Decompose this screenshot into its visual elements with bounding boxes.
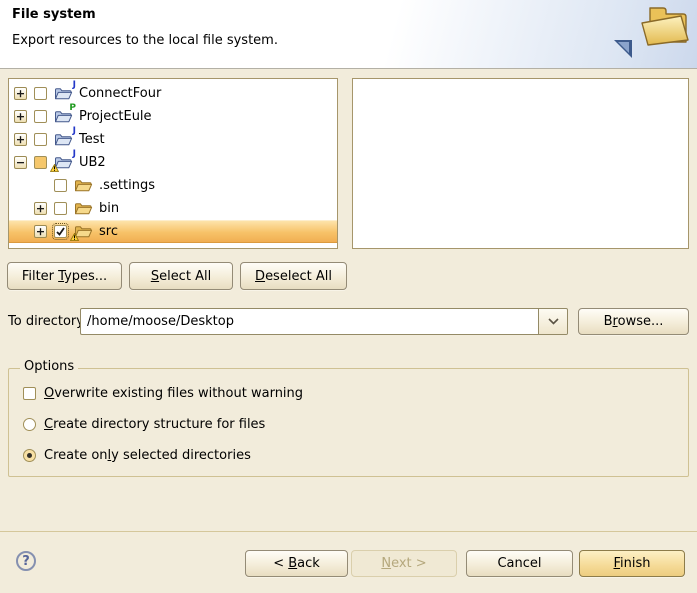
project-folder-icon: J (54, 86, 73, 101)
combo-dropdown-button[interactable] (538, 309, 567, 334)
checkbox-unchecked[interactable] (34, 87, 47, 100)
destination-value[interactable]: /home/moose/Desktop (81, 309, 538, 334)
finish-button[interactable]: Finish (579, 550, 685, 577)
expand-icon[interactable] (14, 110, 27, 123)
button-label: Deselect All (255, 269, 332, 284)
filter-types-button[interactable]: Filter Types... (7, 262, 122, 290)
tree-item-label: .settings (99, 178, 155, 193)
footer-divider (0, 531, 697, 532)
option-create-selected-directories[interactable]: Create only selected directories (23, 448, 251, 463)
cancel-button[interactable]: Cancel (466, 550, 573, 577)
help-button[interactable]: ? (16, 551, 36, 571)
warning-overlay-icon (50, 164, 59, 172)
java-badge-icon: J (73, 81, 76, 90)
tree-item-projecteule[interactable]: PProjectEule (9, 105, 337, 128)
deselect-all-button[interactable]: Deselect All (240, 262, 347, 290)
tree-item-test[interactable]: JTest (9, 128, 337, 151)
warning-overlay-icon (70, 233, 79, 241)
radio-button[interactable] (23, 418, 36, 431)
export-folder-icon (609, 2, 691, 62)
project-folder-icon: J (54, 155, 73, 170)
project-badge-icon: P (69, 104, 76, 113)
tree-item-label: ConnectFour (79, 86, 161, 101)
checkbox-unchecked[interactable] (34, 133, 47, 146)
expand-icon[interactable] (34, 202, 47, 215)
collapse-icon[interactable] (14, 156, 27, 169)
tree-item-ub2[interactable]: JUB2 (9, 151, 337, 174)
tree-item-label: bin (99, 201, 119, 216)
options-group: Options Overwrite existing files without… (8, 368, 689, 477)
option-label: Create directory structure for files (44, 417, 265, 432)
expand-icon[interactable] (14, 87, 27, 100)
tree-item-settings[interactable]: .settings (9, 174, 337, 197)
tree-item-label: ProjectEule (79, 109, 152, 124)
back-button[interactable]: < Back (245, 550, 348, 577)
tree-item-bin[interactable]: bin (9, 197, 337, 220)
checkbox-unchecked[interactable] (34, 110, 47, 123)
select-all-button[interactable]: Select All (129, 262, 233, 290)
next-button-disabled: Next > (351, 550, 457, 577)
button-label: Next > (381, 556, 426, 571)
question-mark-icon: ? (22, 554, 30, 569)
browse-button[interactable]: Browse... (578, 308, 689, 335)
tree-item-connectfour[interactable]: JConnectFour (9, 82, 337, 105)
project-folder-icon: J (54, 132, 73, 147)
expand-icon[interactable] (34, 225, 47, 238)
tree-item-label: UB2 (79, 155, 106, 170)
folder-icon (74, 178, 93, 193)
option-label: Create only selected directories (44, 448, 251, 463)
button-label: < Back (273, 556, 320, 571)
button-label: Select All (151, 269, 211, 284)
project-folder-icon: P (54, 109, 73, 124)
radio-button-selected[interactable] (23, 449, 36, 462)
option-label: Overwrite existing files without warning (44, 386, 303, 401)
tree-item-label: Test (79, 132, 105, 147)
export-wizard-dialog: File system Export resources to the loca… (0, 0, 697, 593)
option-create-directory-structure[interactable]: Create directory structure for files (23, 417, 265, 432)
java-badge-icon: J (73, 150, 76, 159)
page-description: Export resources to the local file syste… (12, 33, 278, 48)
tree-item-label: src (99, 224, 118, 239)
wizard-banner: File system Export resources to the loca… (0, 0, 697, 69)
destination-combo[interactable]: /home/moose/Desktop (80, 308, 568, 335)
folder-icon (74, 224, 93, 239)
option-overwrite-existing[interactable]: Overwrite existing files without warning (23, 386, 303, 401)
options-legend: Options (20, 359, 78, 374)
chevron-down-icon (548, 318, 559, 325)
button-label: Filter Types... (22, 269, 107, 284)
folder-icon (74, 201, 93, 216)
checkbox[interactable] (23, 387, 36, 400)
checkbox-unchecked[interactable] (54, 202, 67, 215)
checkbox-unchecked[interactable] (54, 179, 67, 192)
checkbox-checked[interactable] (54, 225, 67, 238)
to-directory-label: To directory: (8, 314, 87, 329)
java-badge-icon: J (73, 127, 76, 136)
button-label: Cancel (497, 556, 541, 571)
expand-icon[interactable] (14, 133, 27, 146)
button-label: Finish (613, 556, 650, 571)
checkbox-partial[interactable] (34, 156, 47, 169)
tree-item-src[interactable]: src (9, 220, 337, 243)
button-label: Browse... (604, 314, 664, 329)
file-list-panel[interactable] (352, 78, 689, 249)
resource-tree[interactable]: JConnectFourPProjectEuleJTestJUB2.settin… (8, 78, 338, 249)
page-title: File system (12, 7, 96, 22)
